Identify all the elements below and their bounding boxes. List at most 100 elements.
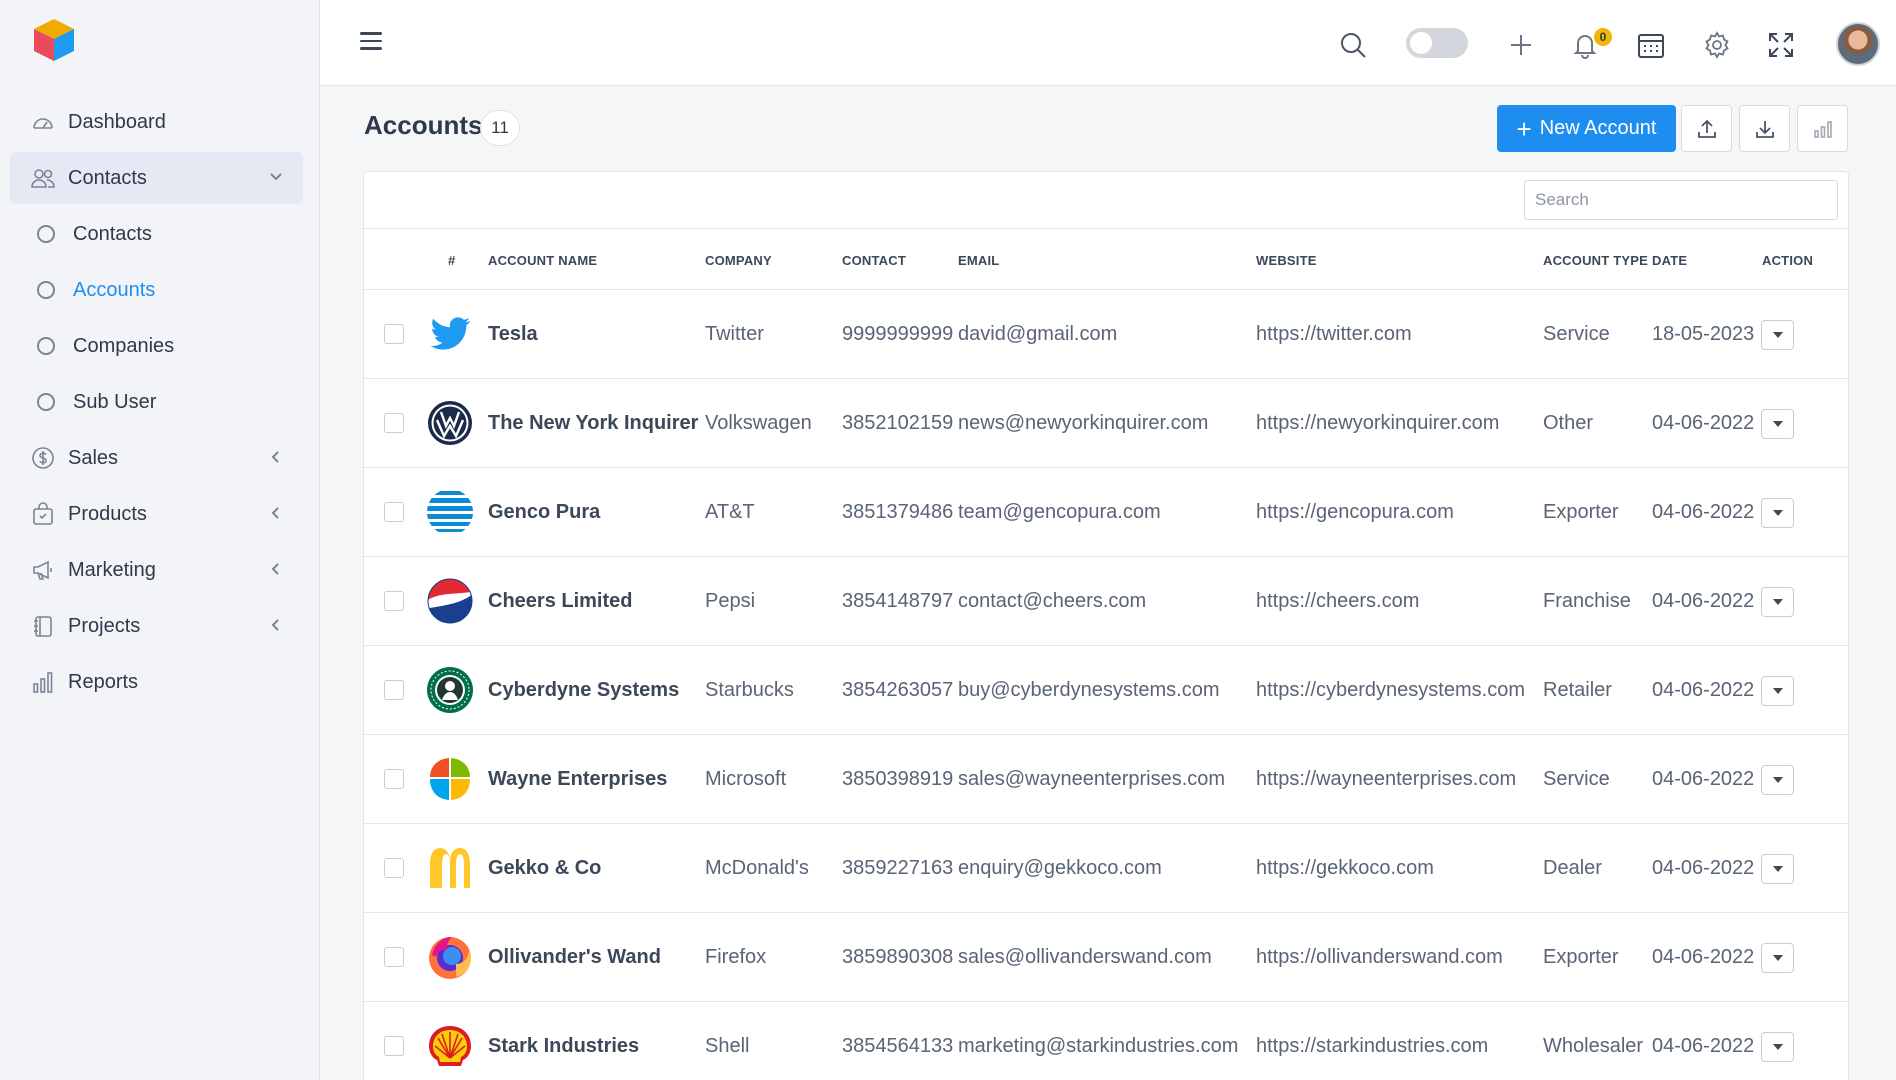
row-action-dropdown[interactable] xyxy=(1761,765,1794,795)
column-header-email[interactable]: EMAIL xyxy=(958,253,999,268)
account-name[interactable]: Tesla xyxy=(488,323,538,346)
menu-icon[interactable] xyxy=(360,32,382,50)
contact: 3854263057 xyxy=(842,679,954,701)
email[interactable]: news@newyorkinquirer.com xyxy=(958,412,1208,435)
row-checkbox[interactable] xyxy=(384,591,404,611)
row-action-dropdown[interactable] xyxy=(1761,676,1794,706)
sidebar-item-contacts[interactable]: Contacts xyxy=(10,152,303,204)
bar-chart-icon xyxy=(30,669,56,695)
website[interactable]: https://starkindustries.com xyxy=(1256,1035,1488,1058)
volkswagen-logo-icon xyxy=(428,401,472,445)
search-icon[interactable] xyxy=(1338,30,1368,60)
avatar[interactable] xyxy=(1836,22,1880,66)
row-checkbox[interactable] xyxy=(384,324,404,344)
row-action-dropdown[interactable] xyxy=(1761,409,1794,439)
sidebar-item-projects[interactable]: Projects xyxy=(10,600,303,652)
sidebar-item-label: Products xyxy=(68,502,147,525)
row-checkbox[interactable] xyxy=(384,502,404,522)
email[interactable]: buy@cyberdynesystems.com xyxy=(958,679,1220,702)
email[interactable]: team@gencopura.com xyxy=(958,501,1161,524)
calendar-icon[interactable] xyxy=(1636,30,1666,60)
date: 04-06-2022 xyxy=(1652,412,1755,434)
website[interactable]: https://gencopura.com xyxy=(1256,501,1454,524)
row-checkbox[interactable] xyxy=(384,1036,404,1056)
sidebar-nav: Dashboard Contacts Contacts Accounts Com… xyxy=(10,96,303,712)
sidebar-subitem-accounts[interactable]: Accounts xyxy=(10,264,303,316)
chevron-left-icon[interactable] xyxy=(267,448,285,466)
website[interactable]: https://cyberdynesystems.com xyxy=(1256,679,1525,702)
sidebar: Dashboard Contacts Contacts Accounts Com… xyxy=(0,0,320,1080)
website[interactable]: https://ollivanderswand.com xyxy=(1256,946,1503,969)
column-header-account-type[interactable]: ACCOUNT TYPE xyxy=(1543,253,1648,268)
row-checkbox[interactable] xyxy=(384,858,404,878)
email[interactable]: sales@ollivanderswand.com xyxy=(958,946,1212,969)
chart-view-button[interactable] xyxy=(1797,105,1848,152)
company: Microsoft xyxy=(705,768,787,790)
website[interactable]: https://gekkoco.com xyxy=(1256,857,1434,880)
table-row: Ollivander's Wand Firefox 3859890308 sal… xyxy=(364,913,1848,1002)
sidebar-item-products[interactable]: Products xyxy=(10,488,303,540)
row-checkbox[interactable] xyxy=(384,947,404,967)
chevron-left-icon[interactable] xyxy=(267,504,285,522)
row-action-dropdown[interactable] xyxy=(1761,854,1794,884)
email[interactable]: enquiry@gekkoco.com xyxy=(958,857,1162,880)
sidebar-item-dashboard[interactable]: Dashboard xyxy=(10,96,303,148)
upload-button[interactable] xyxy=(1681,105,1732,152)
sidebar-item-marketing[interactable]: Marketing xyxy=(10,544,303,596)
chevron-down-icon[interactable] xyxy=(267,168,285,186)
sidebar-item-label: Reports xyxy=(68,670,139,693)
account-name[interactable]: The New York Inquirer xyxy=(488,412,698,435)
row-checkbox[interactable] xyxy=(384,769,404,789)
app-logo-icon[interactable] xyxy=(30,16,78,64)
search-input[interactable] xyxy=(1524,180,1838,220)
bar-chart-icon xyxy=(1813,120,1832,138)
column-header-contact[interactable]: CONTACT xyxy=(842,253,906,268)
email[interactable]: marketing@starkindustries.com xyxy=(958,1035,1238,1058)
column-header-account-name[interactable]: ACCOUNT NAME xyxy=(488,253,597,268)
account-name[interactable]: Genco Pura xyxy=(488,501,600,524)
sidebar-item-reports[interactable]: Reports xyxy=(10,656,303,708)
row-checkbox[interactable] xyxy=(384,680,404,700)
sidebar-item-sales[interactable]: Sales xyxy=(10,432,303,484)
table-row: Gekko & Co McDonald's 3859227163 enquiry… xyxy=(364,824,1848,913)
account-name[interactable]: Cyberdyne Systems xyxy=(488,679,679,702)
download-button[interactable] xyxy=(1739,105,1790,152)
chevron-left-icon[interactable] xyxy=(267,560,285,578)
column-header-website[interactable]: WEBSITE xyxy=(1256,253,1317,268)
email[interactable]: david@gmail.com xyxy=(958,323,1117,346)
row-action-dropdown[interactable] xyxy=(1761,498,1794,528)
account-name[interactable]: Ollivander's Wand xyxy=(488,946,661,969)
plus-icon[interactable] xyxy=(1506,30,1536,60)
contact: 3850398919 xyxy=(842,768,954,790)
new-account-button[interactable]: + New Account xyxy=(1497,105,1676,152)
accounts-card: # ACCOUNT NAME COMPANY CONTACT EMAIL WEB… xyxy=(363,171,1849,1080)
row-checkbox[interactable] xyxy=(384,413,404,433)
sidebar-subitem-contacts[interactable]: Contacts xyxy=(10,208,303,260)
gear-icon[interactable] xyxy=(1702,30,1732,60)
fullscreen-icon[interactable] xyxy=(1766,30,1796,60)
website[interactable]: https://twitter.com xyxy=(1256,323,1412,346)
column-header-number: # xyxy=(448,253,456,268)
account-name[interactable]: Gekko & Co xyxy=(488,857,601,880)
website[interactable]: https://newyorkinquirer.com xyxy=(1256,412,1499,435)
row-action-dropdown[interactable] xyxy=(1761,1032,1794,1062)
new-account-label: New Account xyxy=(1539,117,1657,139)
column-header-date[interactable]: DATE xyxy=(1652,253,1687,268)
column-header-company[interactable]: COMPANY xyxy=(705,253,772,268)
row-action-dropdown[interactable] xyxy=(1761,943,1794,973)
chevron-left-icon[interactable] xyxy=(267,616,285,634)
account-name[interactable]: Wayne Enterprises xyxy=(488,768,667,791)
account-name[interactable]: Stark Industries xyxy=(488,1035,639,1058)
website[interactable]: https://wayneenterprises.com xyxy=(1256,768,1516,791)
email[interactable]: contact@cheers.com xyxy=(958,590,1146,613)
account-name[interactable]: Cheers Limited xyxy=(488,590,632,613)
row-action-dropdown[interactable] xyxy=(1761,587,1794,617)
website[interactable]: https://cheers.com xyxy=(1256,590,1419,613)
theme-toggle[interactable] xyxy=(1406,28,1468,58)
email[interactable]: sales@wayneenterprises.com xyxy=(958,768,1225,791)
date: 04-06-2022 xyxy=(1652,501,1755,523)
sidebar-subitem-sub-user[interactable]: Sub User xyxy=(10,376,303,428)
row-action-dropdown[interactable] xyxy=(1761,320,1794,350)
sidebar-subitem-companies[interactable]: Companies xyxy=(10,320,303,372)
page-title: Accounts xyxy=(364,110,483,140)
